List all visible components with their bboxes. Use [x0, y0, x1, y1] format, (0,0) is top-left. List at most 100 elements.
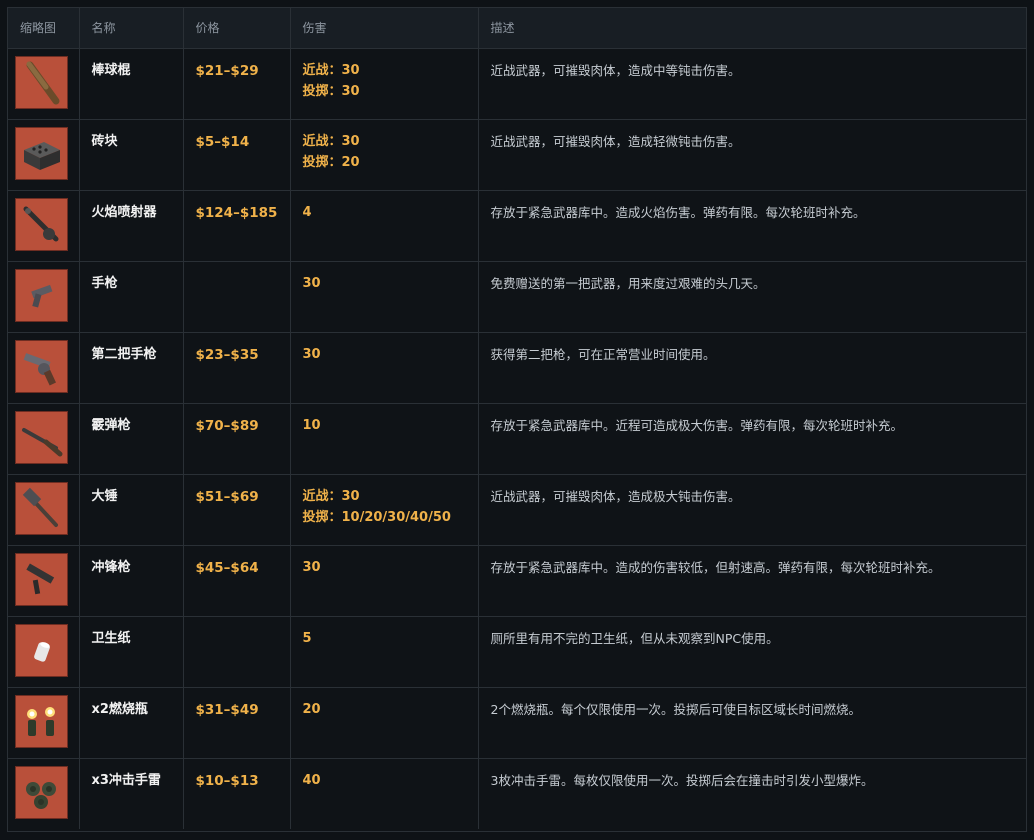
column-header-damage[interactable]: 伤害	[290, 8, 479, 49]
item-thumbnail[interactable]	[15, 552, 68, 606]
item-price: $21–$29	[195, 62, 259, 79]
price-cell: $23–$35	[183, 332, 291, 404]
damage-line: 40	[302, 772, 321, 788]
price-cell	[183, 261, 291, 333]
price-cell: $70–$89	[183, 403, 291, 475]
item-thumbnail[interactable]	[15, 410, 68, 464]
item-description: 存放于紧急武器库中。造成的伤害较低，但射速高。弹药有限，每次轮班时补充。	[490, 559, 941, 575]
item-thumbnail[interactable]	[15, 765, 68, 819]
item-price: $5–$14	[195, 133, 250, 150]
name-cell: 大锤	[79, 474, 184, 546]
item-price: $23–$35	[195, 346, 259, 363]
item-name: x2燃烧瓶	[91, 701, 148, 717]
table-row: 第二把手枪 $23–$35 30 获得第二把枪，可在正常营业时间使用。	[8, 332, 1026, 404]
thumb-cell	[8, 545, 80, 617]
item-damage: 20	[303, 699, 466, 720]
price-cell: $31–$49	[183, 687, 291, 759]
desc-cell: 近战武器，可摧毁肉体，造成轻微钝击伤害。	[478, 119, 1026, 191]
column-header-desc[interactable]: 描述	[478, 8, 1026, 49]
damage-cell: 30	[290, 332, 479, 404]
item-price: $51–$69	[195, 488, 259, 505]
thumb-cell	[8, 48, 80, 120]
item-damage: 30	[303, 273, 466, 294]
thumb-cell	[8, 190, 80, 262]
desc-cell: 存放于紧急武器库中。造成的伤害较低，但射速高。弹药有限，每次轮班时补充。	[478, 545, 1026, 617]
price-cell: $51–$69	[183, 474, 291, 546]
name-cell: 冲锋枪	[79, 545, 184, 617]
item-description: 厕所里有用不完的卫生纸，但从未观察到NPC使用。	[490, 630, 779, 646]
item-thumbnail[interactable]	[15, 694, 68, 748]
name-cell: 卫生纸	[79, 616, 184, 688]
desc-cell: 厕所里有用不完的卫生纸，但从未观察到NPC使用。	[478, 616, 1026, 688]
item-name: 砖块	[91, 133, 118, 149]
name-cell: 棒球棍	[79, 48, 184, 120]
damage-cell: 近战：30 投掷：20	[290, 119, 479, 191]
item-price: $31–$49	[195, 701, 259, 718]
item-damage: 近战：30 投掷：30	[303, 60, 466, 102]
item-price: $124–$185	[195, 204, 278, 221]
item-description: 2个燃烧瓶。每个仅限使用一次。投掷后可使目标区域长时间燃烧。	[490, 701, 861, 717]
damage-line: 近战：30	[302, 62, 360, 78]
damage-cell: 40	[290, 758, 479, 829]
table-row: 卫生纸 5 厕所里有用不完的卫生纸，但从未观察到NPC使用。	[8, 616, 1026, 688]
item-damage: 30	[303, 557, 466, 578]
item-price: $10–$13	[195, 772, 259, 789]
table-row: x3冲击手雷 $10–$13 40 3枚冲击手雷。每枚仅限使用一次。投掷后会在撞…	[8, 758, 1026, 829]
thumb-cell	[8, 758, 80, 829]
column-header-thumb[interactable]: 缩略图	[8, 8, 80, 49]
table-row: 火焰喷射器 $124–$185 4 存放于紧急武器库中。造成火焰伤害。弹药有限。…	[8, 190, 1026, 262]
price-cell: $21–$29	[183, 48, 291, 120]
damage-cell: 10	[290, 403, 479, 475]
item-description: 3枚冲击手雷。每枚仅限使用一次。投掷后会在撞击时引发小型爆炸。	[490, 772, 874, 788]
price-cell: $5–$14	[183, 119, 291, 191]
item-description: 获得第二把枪，可在正常营业时间使用。	[490, 346, 716, 362]
desc-cell: 近战武器，可摧毁肉体，造成极大钝击伤害。	[478, 474, 1026, 546]
item-thumbnail[interactable]	[15, 55, 68, 109]
item-name: 第二把手枪	[91, 346, 157, 362]
table-row: 棒球棍 $21–$29 近战：30 投掷：30 近战武器，可摧毁肉体，造成中等钝击…	[8, 48, 1026, 120]
damage-cell: 30	[290, 261, 479, 333]
item-thumbnail[interactable]	[15, 481, 68, 535]
column-header-name[interactable]: 名称	[79, 8, 184, 49]
item-name: 大锤	[91, 488, 118, 504]
item-name: 手枪	[91, 275, 118, 291]
item-thumbnail[interactable]	[15, 339, 68, 393]
item-price: $45–$64	[195, 559, 259, 576]
desc-cell: 存放于紧急武器库中。近程可造成极大伤害。弹药有限，每次轮班时补充。	[478, 403, 1026, 475]
price-cell: $45–$64	[183, 545, 291, 617]
item-thumbnail[interactable]	[15, 197, 68, 251]
desc-cell: 存放于紧急武器库中。造成火焰伤害。弹药有限。每次轮班时补充。	[478, 190, 1026, 262]
thumb-cell	[8, 474, 80, 546]
item-description: 近战武器，可摧毁肉体，造成轻微钝击伤害。	[490, 133, 741, 149]
item-damage: 近战：30 投掷：20	[303, 131, 466, 173]
damage-line: 10	[302, 417, 321, 433]
damage-line: 近战：30	[302, 488, 360, 504]
item-damage: 40	[303, 770, 466, 791]
table-body: 棒球棍 $21–$29 近战：30 投掷：30 近战武器，可摧毁肉体，造成中等钝击…	[8, 48, 1026, 829]
name-cell: x2燃烧瓶	[79, 687, 184, 759]
item-name: 卫生纸	[91, 630, 131, 646]
name-cell: 霰弹枪	[79, 403, 184, 475]
damage-line: 投掷：20	[302, 154, 360, 170]
price-cell	[183, 616, 291, 688]
table-row: x2燃烧瓶 $31–$49 20 2个燃烧瓶。每个仅限使用一次。投掷后可使目标区…	[8, 687, 1026, 759]
table-row: 霰弹枪 $70–$89 10 存放于紧急武器库中。近程可造成极大伤害。弹药有限，…	[8, 403, 1026, 475]
price-cell: $10–$13	[183, 758, 291, 829]
item-name: 火焰喷射器	[91, 204, 157, 220]
damage-line: 投掷：10/20/30/40/50	[302, 509, 451, 525]
name-cell: x3冲击手雷	[79, 758, 184, 829]
name-cell: 第二把手枪	[79, 332, 184, 404]
thumb-cell	[8, 261, 80, 333]
table-row: 手枪 30 免费赠送的第一把武器，用来度过艰难的头几天。	[8, 261, 1026, 333]
thumb-cell	[8, 332, 80, 404]
desc-cell: 免费赠送的第一把武器，用来度过艰难的头几天。	[478, 261, 1026, 333]
column-header-price[interactable]: 价格	[183, 8, 291, 49]
item-thumbnail[interactable]	[15, 623, 68, 677]
item-thumbnail[interactable]	[15, 268, 68, 322]
desc-cell: 近战武器，可摧毁肉体，造成中等钝击伤害。	[478, 48, 1026, 120]
thumb-cell	[8, 687, 80, 759]
damage-line: 20	[302, 701, 321, 717]
item-name: 霰弹枪	[91, 417, 131, 433]
damage-cell: 4	[290, 190, 479, 262]
item-thumbnail[interactable]	[15, 126, 68, 180]
